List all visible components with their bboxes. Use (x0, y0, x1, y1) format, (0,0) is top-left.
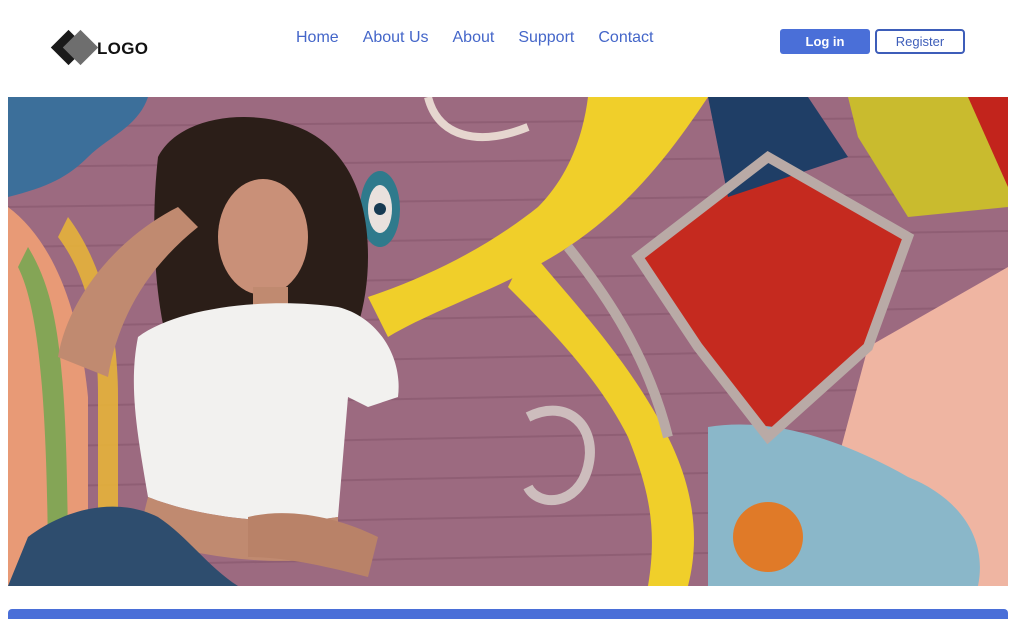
logo-text: LOGO (97, 39, 149, 58)
nav-item-support[interactable]: Support (518, 28, 574, 48)
nav-item-about-us[interactable]: About Us (363, 28, 429, 48)
site-header: LOGO Home About Us About Support Contact… (0, 0, 1017, 96)
login-button[interactable]: Log in (780, 29, 870, 54)
main-nav: Home About Us About Support Contact (296, 28, 678, 48)
nav-item-about[interactable]: About (453, 28, 495, 48)
nav-item-home[interactable]: Home (296, 28, 339, 48)
logo[interactable]: LOGO (50, 29, 149, 68)
bottom-accent-bar (8, 609, 1008, 619)
diamond-logo-icon (50, 29, 99, 68)
hero-image (8, 97, 1008, 586)
nav-item-contact[interactable]: Contact (598, 28, 653, 48)
register-button[interactable]: Register (875, 29, 965, 54)
